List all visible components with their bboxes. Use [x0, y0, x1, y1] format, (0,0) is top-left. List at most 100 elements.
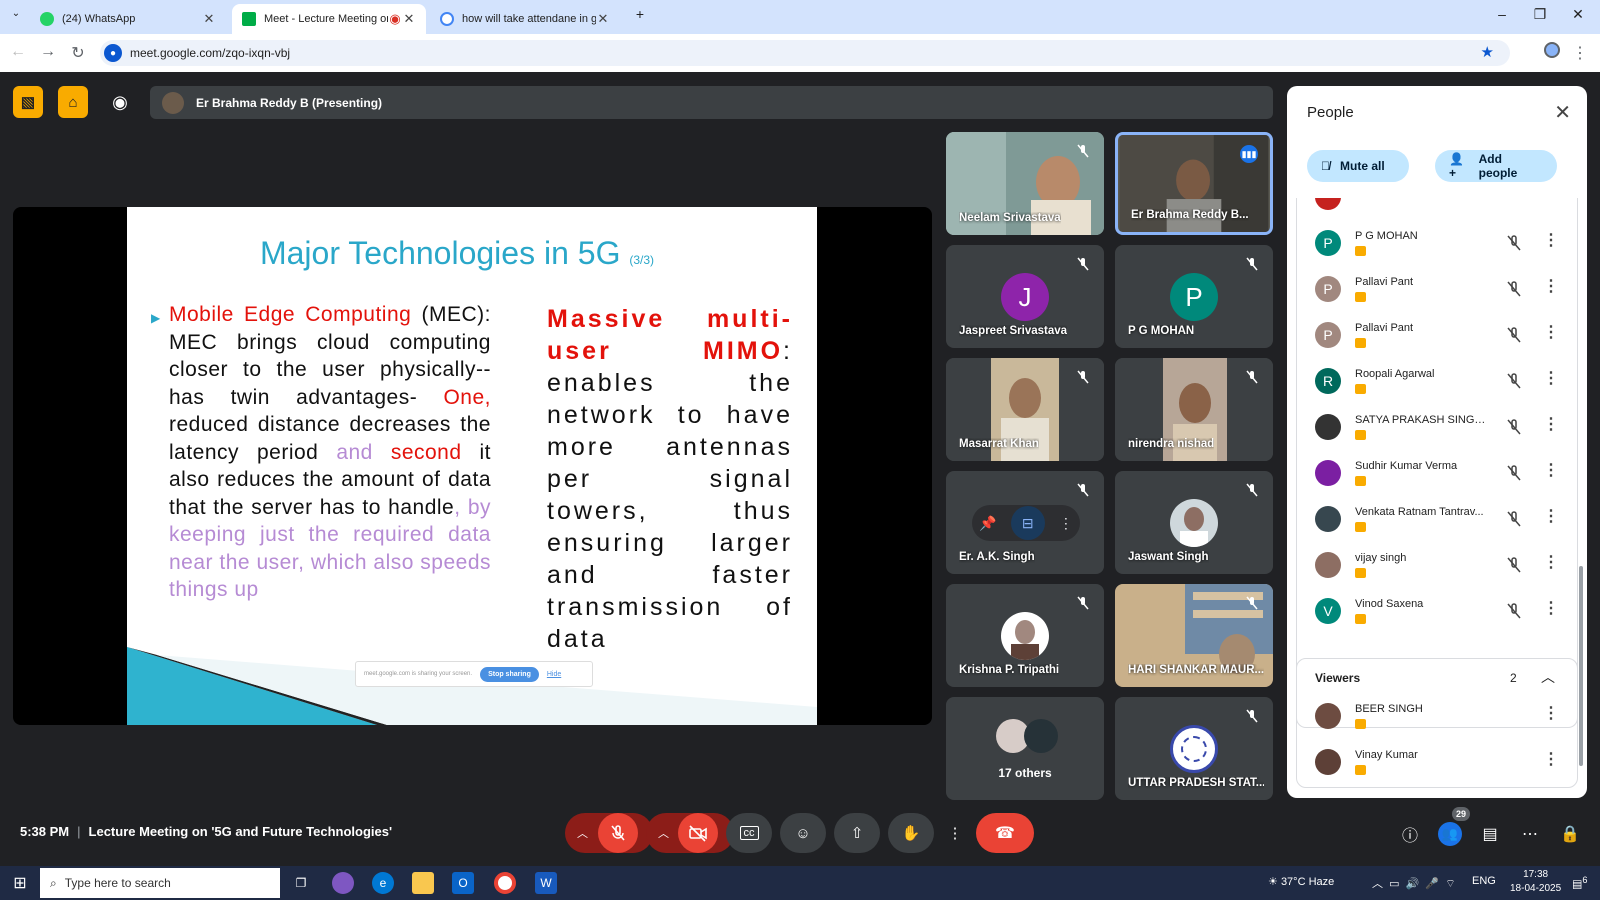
weather-widget[interactable]: ☀ 37°C Haze: [1268, 875, 1334, 888]
tile-more-icon[interactable]: ⋮: [1059, 515, 1073, 532]
address-bar[interactable]: ● meet.google.com/zqo-ixqn-vbj ★: [100, 40, 1510, 66]
camera-toggle-button[interactable]: [678, 813, 718, 853]
more-options-button[interactable]: ⋮: [942, 813, 968, 853]
reload-icon[interactable]: ↻: [68, 43, 88, 63]
layout-icon[interactable]: ⌂: [58, 86, 88, 118]
language-indicator[interactable]: ENG: [1472, 875, 1496, 887]
audio-options-chevron-icon[interactable]: ︿: [577, 825, 588, 841]
add-people-button[interactable]: 👤+ Add people: [1435, 150, 1557, 182]
mic-off-icon[interactable]: [1505, 326, 1523, 344]
participant-row[interactable]: V Vinod Saxena ⋮: [1297, 592, 1577, 638]
host-controls-icon[interactable]: 🔒: [1558, 822, 1582, 846]
viewer-row[interactable]: BEER SINGH ⋮: [1297, 697, 1579, 743]
mic-off-icon[interactable]: [1505, 280, 1523, 298]
participant-tile[interactable]: Neelam Srivastava: [946, 132, 1104, 235]
back-icon[interactable]: ←: [8, 43, 28, 61]
outlook-icon[interactable]: O: [452, 872, 474, 894]
chat-icon[interactable]: ▤: [1478, 822, 1502, 846]
participant-row[interactable]: P Pallavi Pant ⋮: [1297, 270, 1577, 316]
participant-tile-active-speaker[interactable]: ▮▮▮ Er Brahma Reddy B...: [1115, 132, 1273, 235]
more-options-icon[interactable]: ⋮: [1543, 368, 1559, 388]
participant-row[interactable]: P Pallavi Pant ⋮: [1297, 316, 1577, 362]
participant-row[interactable]: R Roopali Agarwal ⋮: [1297, 362, 1577, 408]
tab-search-icon[interactable]: ⌄: [6, 8, 26, 19]
close-window-icon[interactable]: ✕: [1568, 6, 1588, 23]
meeting-details-icon[interactable]: ⓘ: [1398, 822, 1422, 846]
browser-menu-icon[interactable]: ⋮: [1570, 43, 1590, 63]
participant-tile[interactable]: Jaswant Singh: [1115, 471, 1273, 574]
more-options-icon[interactable]: ⋮: [1543, 552, 1559, 572]
mic-off-icon[interactable]: [1505, 464, 1523, 482]
participant-tile[interactable]: P P G MOHAN: [1115, 245, 1273, 348]
notifications-icon[interactable]: ▤6: [1572, 875, 1588, 891]
video-options-chevron-icon[interactable]: ︿: [658, 825, 669, 841]
viewer-row[interactable]: Vinay Kumar ⋮: [1297, 743, 1579, 789]
mic-off-icon[interactable]: [1505, 372, 1523, 390]
others-tile[interactable]: 17 others: [946, 697, 1104, 800]
presenting-bar[interactable]: Er Brahma Reddy B (Presenting): [150, 86, 1273, 119]
more-options-icon[interactable]: ⋮: [1543, 460, 1559, 480]
profile-icon[interactable]: [1542, 42, 1562, 63]
system-tray-icons[interactable]: ︿ ▭ 🔊 🎤 ⌔: [1372, 875, 1456, 891]
file-explorer-icon[interactable]: [412, 872, 434, 894]
task-view-icon[interactable]: ❐: [290, 872, 312, 894]
no-camera-icon[interactable]: ▧: [13, 86, 43, 118]
more-options-icon[interactable]: ⋮: [1543, 703, 1559, 723]
copilot-icon[interactable]: [332, 872, 354, 894]
participant-tile[interactable]: Krishna P. Tripathi: [946, 584, 1104, 687]
more-options-icon[interactable]: ⋮: [1543, 598, 1559, 618]
more-options-icon[interactable]: ⋮: [1543, 276, 1559, 296]
pin-icon[interactable]: 📌: [979, 515, 996, 532]
word-icon[interactable]: W: [535, 872, 557, 894]
mic-off-icon[interactable]: [1505, 556, 1523, 574]
activities-icon[interactable]: ⋯: [1518, 822, 1542, 846]
restore-icon[interactable]: ❐: [1530, 6, 1550, 23]
mute-all-button[interactable]: 🎙̸ Mute all: [1307, 150, 1409, 182]
participant-row[interactable]: P P G MOHAN ⋮: [1297, 224, 1577, 270]
eye-icon[interactable]: ◉: [104, 88, 136, 116]
mic-off-icon[interactable]: [1505, 234, 1523, 252]
forward-icon[interactable]: →: [38, 43, 58, 61]
tab-meet[interactable]: Meet - Lecture Meeting on ◉ ✕: [232, 4, 426, 34]
close-tab-icon[interactable]: ✕: [596, 11, 610, 27]
windows-start-icon[interactable]: ⊞: [9, 872, 31, 894]
participant-tile[interactable]: Masarrat Khan: [946, 358, 1104, 461]
close-tab-icon[interactable]: ✕: [202, 11, 216, 27]
clock[interactable]: 17:38 18-04-2025: [1510, 868, 1561, 896]
tab-google-search[interactable]: how will take attendane in goo ✕: [430, 4, 620, 34]
close-icon[interactable]: ✕: [1554, 100, 1571, 125]
bookmark-star-icon[interactable]: ★: [1481, 43, 1494, 61]
remove-tile-icon[interactable]: ⊟: [1010, 506, 1045, 540]
site-info-icon[interactable]: ●: [104, 44, 122, 62]
close-tab-icon[interactable]: ✕: [402, 11, 416, 27]
reactions-button[interactable]: ☺: [780, 813, 826, 853]
participant-tile[interactable]: UTTAR PRADESH STAT...: [1115, 697, 1273, 800]
chevron-up-icon[interactable]: ︿: [1541, 667, 1555, 687]
tab-whatsapp[interactable]: (24) WhatsApp ✕: [30, 4, 226, 34]
participant-tile[interactable]: J Jaspreet Srivastava: [946, 245, 1104, 348]
minimize-icon[interactable]: –: [1492, 6, 1512, 22]
leave-call-button[interactable]: ☎: [976, 813, 1034, 853]
captions-button[interactable]: cc: [726, 813, 772, 853]
more-options-icon[interactable]: ⋮: [1543, 414, 1559, 434]
participant-row[interactable]: vijay singh ⋮: [1297, 546, 1577, 592]
participant-tile[interactable]: HARI SHANKAR MAUR...: [1115, 584, 1273, 687]
chrome-icon[interactable]: [494, 872, 516, 894]
more-options-icon[interactable]: ⋮: [1543, 322, 1559, 342]
more-options-icon[interactable]: ⋮: [1543, 749, 1559, 769]
edge-icon[interactable]: e: [372, 872, 394, 894]
participant-list[interactable]: P P G MOHAN ⋮ P Pallavi Pant ⋮ P Pallavi…: [1296, 198, 1578, 728]
new-tab-button[interactable]: +: [630, 6, 650, 22]
people-icon[interactable]: 👥: [1438, 822, 1462, 846]
participant-tile-hovered[interactable]: 📌 ⊟ ⋮ Er. A.K. Singh: [946, 471, 1104, 574]
participant-row[interactable]: Sudhir Kumar Verma ⋮: [1297, 454, 1577, 500]
panel-scrollbar[interactable]: [1579, 566, 1583, 766]
hide-link[interactable]: Hide: [547, 671, 561, 678]
mic-off-icon[interactable]: [1505, 418, 1523, 436]
participant-tile[interactable]: nirendra nishad: [1115, 358, 1273, 461]
stop-sharing-button[interactable]: Stop sharing: [480, 666, 539, 682]
present-button[interactable]: ⇧: [834, 813, 880, 853]
participant-row[interactable]: SATYA PRAKASH SINGH... ⋮: [1297, 408, 1577, 454]
microphone-toggle-button[interactable]: [598, 813, 638, 853]
raise-hand-button[interactable]: ✋: [888, 813, 934, 853]
